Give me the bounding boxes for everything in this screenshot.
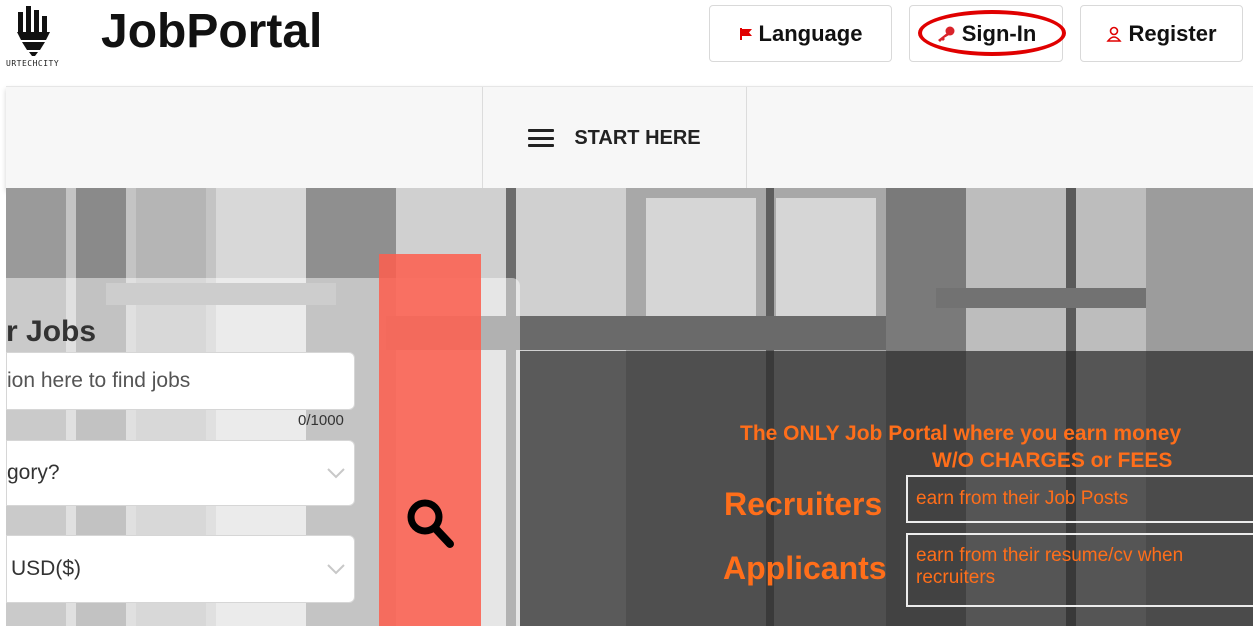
start-here-label: START HERE — [574, 126, 701, 149]
character-counter: 0/1000 — [298, 412, 344, 429]
flag-icon — [739, 27, 753, 41]
search-card-title: r Jobs — [6, 315, 97, 348]
promo-panel: The ONLY Job Portal where you earn money… — [520, 351, 1253, 626]
applicants-label: Applicants — [723, 550, 887, 586]
user-icon — [1106, 26, 1123, 42]
logo-icon — [17, 6, 50, 56]
hero-section: r Jobs ion here to find jobs 0/1000 gory… — [6, 188, 1253, 626]
language-label: Language — [758, 20, 863, 46]
chevron-down-icon — [327, 468, 345, 479]
recruiters-label: Recruiters — [724, 486, 883, 522]
currency-select-value: USD($) — [11, 557, 82, 580]
promo-subheadline: W/O CHARGES or FEES — [932, 449, 1173, 472]
start-here-menu-button[interactable]: START HERE — [482, 87, 747, 189]
nav-bar: START HERE — [6, 86, 1253, 189]
site-logo[interactable]: URTECHCITY — [6, 6, 82, 68]
sign-in-button[interactable]: Sign-In — [909, 5, 1063, 62]
applicants-description: earn from their resume/cv when recruiter… — [906, 533, 1253, 607]
key-icon — [936, 26, 956, 42]
recruiters-description: earn from their Job Posts — [906, 475, 1253, 523]
language-button[interactable]: Language — [709, 5, 892, 62]
chevron-down-icon — [327, 564, 345, 575]
header: URTECHCITY JobPortal Language Sign-In Re… — [0, 0, 1253, 86]
job-keyword-input[interactable]: ion here to find jobs — [6, 352, 355, 410]
logo-text: URTECHCITY — [6, 59, 60, 68]
search-icon — [407, 499, 454, 548]
category-select[interactable]: gory? — [6, 440, 355, 506]
promo-headline: The ONLY Job Portal where you earn money — [740, 422, 1182, 445]
register-label: Register — [1128, 20, 1217, 46]
hamburger-icon — [528, 129, 555, 147]
category-select-value: gory? — [7, 461, 60, 484]
currency-select[interactable]: USD($) — [6, 535, 355, 603]
brand-title[interactable]: JobPortal — [101, 4, 322, 59]
search-button[interactable] — [379, 254, 481, 626]
sign-in-label: Sign-In — [961, 20, 1037, 46]
register-button[interactable]: Register — [1080, 5, 1243, 62]
